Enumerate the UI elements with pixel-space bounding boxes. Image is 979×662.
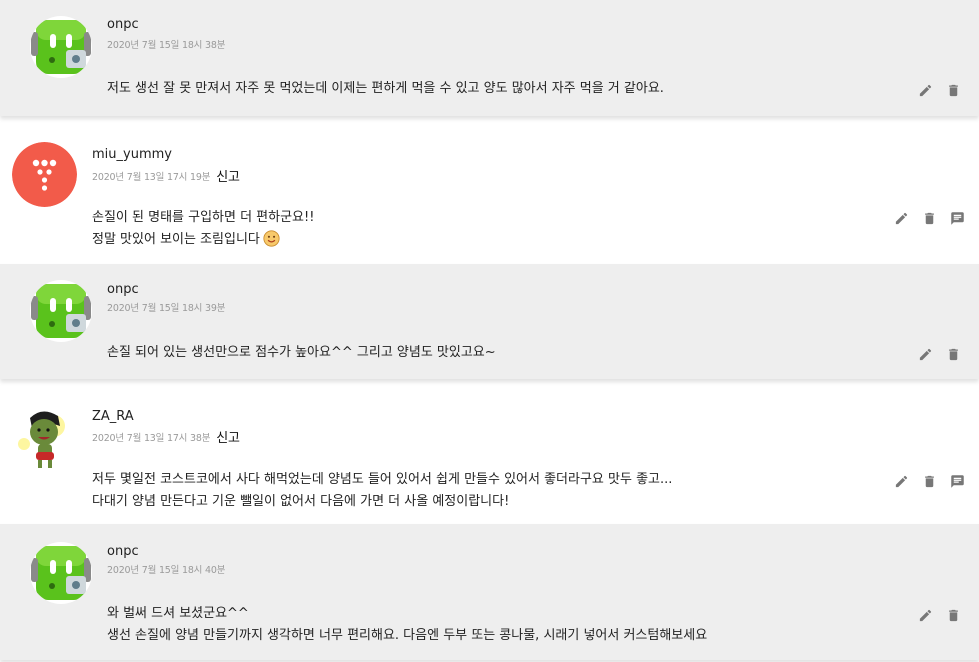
comment-actions [911,343,967,365]
edit-icon [895,475,907,487]
report-link[interactable]: 신고 [216,431,240,446]
comment-author: onpc [107,544,139,559]
edit-icon [895,212,907,224]
red-dots-avatar[interactable] [12,142,77,207]
reply-button[interactable] [943,470,971,492]
edit-button[interactable] [911,79,939,101]
reply-icon [950,474,964,488]
comment-line: 와 벌써 드셔 보셨군요^^ [107,606,249,621]
green-robot-avatar[interactable] [30,16,92,78]
reply-icon [950,211,964,225]
comment-text: 저도 생선 잘 못 만져서 자주 못 먹었는데 이제는 편하게 먹을 수 있고 … [107,78,664,100]
delete-button[interactable] [939,79,967,101]
comment-date: 2020년 7월 15일 18시 38분 [107,40,226,51]
delete-button[interactable] [939,604,967,626]
comment-line: 저도 생선 잘 못 만져서 자주 못 먹었는데 이제는 편하게 먹을 수 있고 … [107,81,664,96]
comment-text: 손질이 된 명태를 구입하면 더 편하군요!! 정말 맛있어 보이는 조림입니다 [92,207,314,251]
comment-actions [911,604,967,626]
delete-button[interactable] [915,207,943,229]
delete-button[interactable] [915,470,943,492]
delete-button[interactable] [939,343,967,365]
comment-text: 손질 되어 있는 생선만으로 점수가 높아요^^ 그리고 양념도 맛있고요~ [107,342,496,364]
comment-author: onpc [107,282,139,297]
comment-date: 2020년 7월 13일 17시 38분 [92,433,211,444]
edit-button[interactable] [887,207,915,229]
comment-actions [911,79,967,101]
comment-author: ZA_RA [92,409,134,424]
comment-date: 2020년 7월 13일 17시 19분 [92,172,211,183]
comment-line: 손질 되어 있는 생선만으로 점수가 높아요^^ 그리고 양념도 맛있고요~ [107,345,496,360]
edit-icon [919,84,931,96]
comment-date-row: 2020년 7월 13일 17시 38분 신고 [92,426,240,446]
comment-line: 손질이 된 명태를 구입하면 더 편하군요!! [92,210,315,225]
green-robot-avatar[interactable] [30,542,92,604]
delete-icon [924,212,934,224]
reply-comment: onpc 2020년 7월 15일 18시 40분 와 벌써 드셔 보셨군요^^… [0,524,979,660]
delete-icon [948,348,958,360]
edit-icon [919,609,931,621]
cartoon-character-avatar[interactable] [14,404,76,470]
smiley-icon [263,230,280,247]
comment-line: 다대기 양념 만든다고 기운 뺄일이 없어서 다음에 가면 더 사올 예정이랍니… [92,494,510,509]
delete-icon [924,475,934,487]
comment-date: 2020년 7월 15일 18시 40분 [107,565,226,576]
reply-comment: onpc 2020년 7월 15일 18시 38분 저도 생선 잘 못 만져서 … [0,0,979,116]
comment-line: 저두 몇일전 코스트코에서 사다 해먹었는데 양념도 들어 있어서 쉽게 만들수… [92,472,673,487]
comment-line: 정말 맛있어 보이는 조림입니다 [92,232,260,247]
reply-comment: onpc 2020년 7월 15일 18시 39분 손질 되어 있는 생선만으로… [0,264,979,379]
comment: miu_yummy 2020년 7월 13일 17시 19분 신고 손질이 된 명… [0,128,979,264]
comment-author: onpc [107,17,139,32]
comment-author: miu_yummy [92,147,172,162]
delete-icon [948,84,958,96]
comment-text: 와 벌써 드셔 보셨군요^^ 생선 손질에 양념 만들기까지 생각하면 너무 편… [107,603,707,647]
comment-line-with-emoji: 정말 맛있어 보이는 조림입니다 [92,229,314,251]
comment-date-row: 2020년 7월 13일 17시 19분 신고 [92,165,240,185]
edit-icon [919,348,931,360]
comment-actions [887,207,971,229]
report-link[interactable]: 신고 [216,170,240,185]
edit-button[interactable] [911,343,939,365]
comment-text: 저두 몇일전 코스트코에서 사다 해먹었는데 양념도 들어 있어서 쉽게 만들수… [92,469,672,513]
comment-line: 생선 손질에 양념 만들기까지 생각하면 너무 편리해요. 다음엔 두부 또는 … [107,628,708,643]
comment: ZA_RA 2020년 7월 13일 17시 38분 신고 저두 몇일전 코스트코… [0,390,979,524]
edit-button[interactable] [911,604,939,626]
green-robot-avatar[interactable] [30,280,92,342]
edit-button[interactable] [887,470,915,492]
comment-date: 2020년 7월 15일 18시 39분 [107,303,226,314]
delete-icon [948,609,958,621]
reply-button[interactable] [943,207,971,229]
comment-actions [887,470,971,492]
